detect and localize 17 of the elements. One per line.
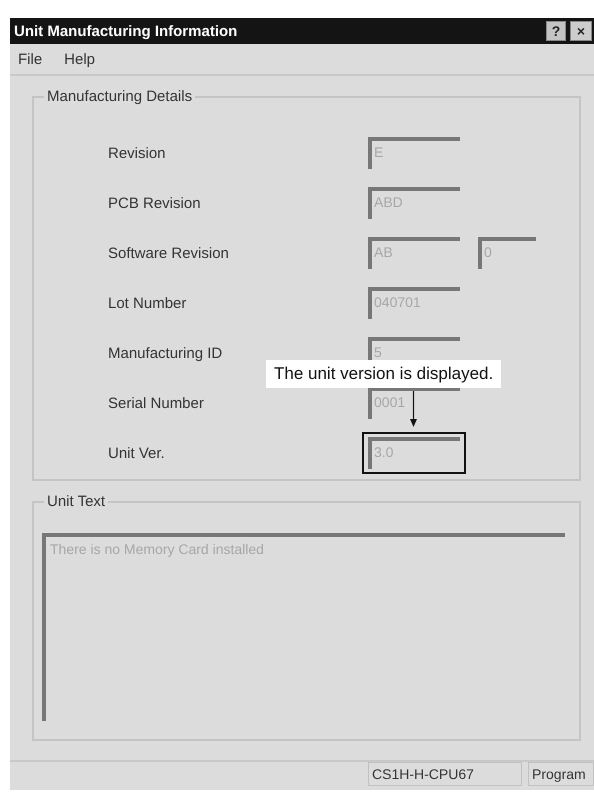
field-label: Serial Number [108, 394, 204, 412]
field-label: Unit Ver. [108, 444, 165, 462]
field-label: Revision [108, 144, 166, 162]
leader-arrow [410, 391, 417, 427]
status-panel: CS1H-H-CPU67 [368, 762, 522, 786]
window-title: Unit Manufacturing Information [14, 22, 238, 40]
group-title: Manufacturing Details [44, 88, 196, 105]
status-panel: Program [528, 762, 594, 786]
menu-item[interactable]: File [18, 50, 42, 68]
annotation-tooltip: The unit version is displayed. [266, 360, 502, 388]
field-label: PCB Revision [108, 194, 201, 212]
menu-item[interactable]: Help [64, 50, 96, 68]
help-button[interactable]: ? [546, 21, 566, 41]
close-button[interactable]: × [570, 21, 592, 41]
field-label: Manufacturing ID [108, 344, 222, 362]
field-label: Lot Number [108, 294, 186, 312]
field-label: Software Revision [108, 244, 229, 262]
